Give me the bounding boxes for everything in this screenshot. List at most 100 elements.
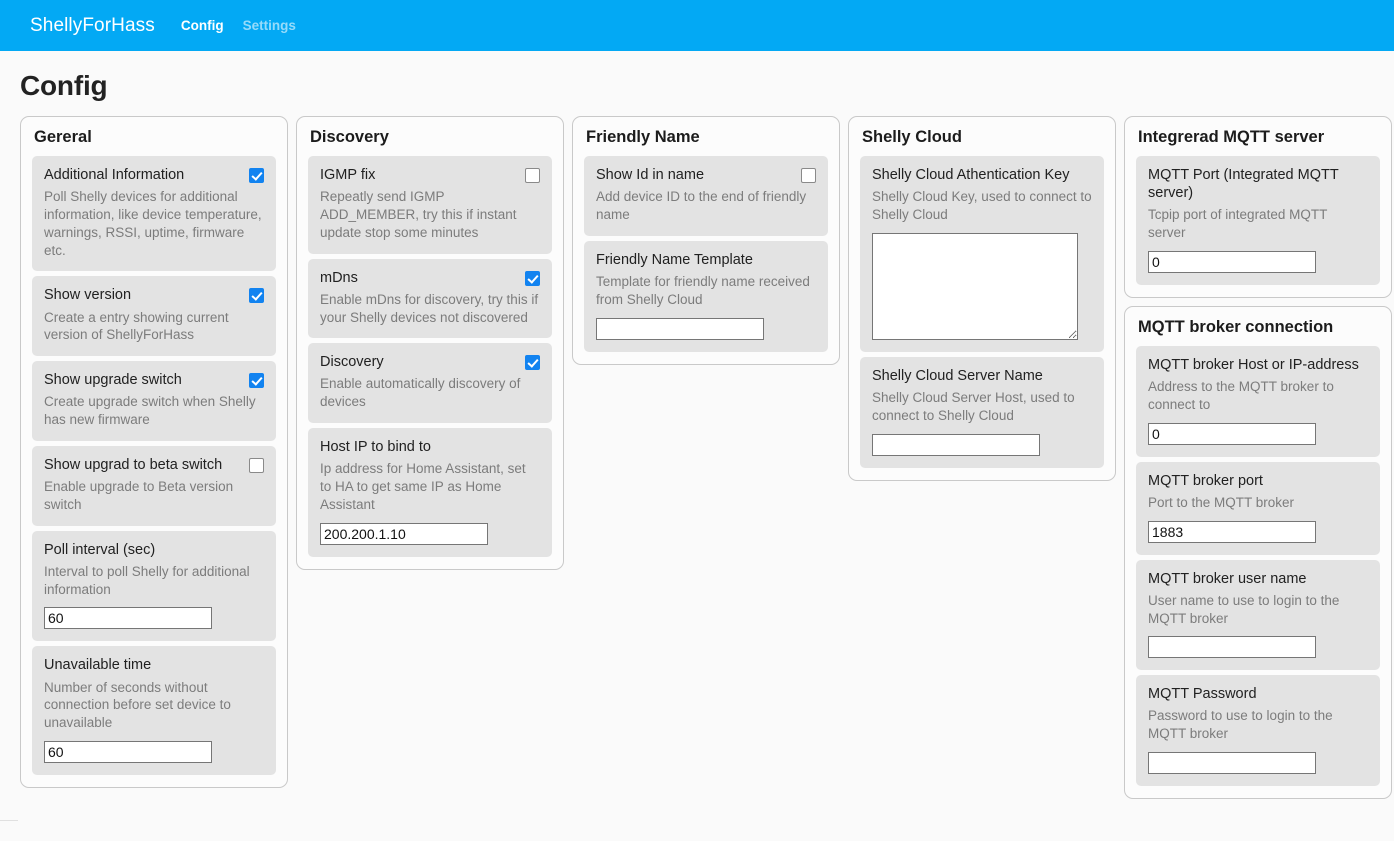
panel-shelly-cloud: Shelly Cloud Shelly Cloud Athentication K…: [848, 116, 1116, 481]
setting-card-show-upgrade-switch: Show upgrade switch Create upgrade switch…: [32, 361, 276, 441]
setting-label: MQTT Port (Integrated MQTT server): [1148, 167, 1339, 202]
input-mqtt-broker-user-name[interactable]: [1148, 636, 1316, 659]
panel-gereral: Gereral Additional Information Poll Shelly…: [20, 116, 288, 788]
setting-header: Show upgrad to beta switch: [44, 456, 264, 474]
setting-card-shelly-cloud-athentication-key: Shelly Cloud Athentication Key Shelly Clo…: [860, 156, 1104, 352]
panel-title: Gereral: [34, 128, 92, 146]
panel-integrerad-mqtt-server: Integrerad MQTT server MQTT Port (Integra…: [1124, 116, 1392, 298]
setting-header: Shelly Cloud Athentication Key: [872, 166, 1092, 184]
checkbox-additional-information[interactable]: [249, 168, 264, 183]
setting-label: MQTT broker user name: [1148, 570, 1307, 587]
nav-link-settings[interactable]: Settings: [243, 18, 296, 33]
checkbox-show-upgrad-to-beta-switch[interactable]: [249, 457, 264, 473]
setting-card-poll-interval-sec: Poll interval (sec) Interval to poll Shel…: [32, 530, 276, 642]
setting-description: Shelly Cloud Server Host, used to connec…: [872, 389, 1075, 423]
setting-description: Tcpip port of integrated MQTT server: [1148, 207, 1328, 241]
input-shelly-cloud-server-name[interactable]: [872, 433, 1040, 456]
setting-card-mqtt-broker-port: MQTT broker port Port to the MQTT broker: [1136, 461, 1380, 555]
setting-label: IGMP fix: [320, 167, 376, 183]
checkbox-show-id-in-name[interactable]: [801, 168, 816, 183]
setting-card-mqtt-broker-user-name: MQTT broker user name User name to use to…: [1136, 559, 1380, 671]
setting-card-mqtt-password: MQTT Password Password to use to login to…: [1136, 675, 1380, 787]
setting-card-mqtt-port-integrated-mqtt-server: MQTT Port (Integrated MQTT server) Tcpip …: [1136, 156, 1380, 285]
config-column: Gereral Additional Information Poll Shelly…: [20, 116, 288, 788]
input-mqtt-password[interactable]: [1148, 752, 1316, 775]
setting-header: MQTT Password: [1148, 685, 1368, 703]
setting-label: Host IP to bind to: [320, 439, 431, 456]
setting-label: Discovery: [320, 354, 384, 371]
panel-title: MQTT broker connection: [1138, 317, 1334, 336]
setting-card-unavailable-time: Unavailable time Number of seconds withou…: [32, 646, 276, 775]
setting-label: Shelly Cloud Athentication Key: [872, 167, 1070, 183]
checkbox-show-upgrade-switch[interactable]: [249, 373, 264, 389]
setting-header: Show Id in name: [596, 166, 816, 184]
setting-card-friendly-name-template: Friendly Name Template Template for frien…: [584, 240, 828, 352]
brand-logo[interactable]: ShellyForHass: [30, 15, 155, 37]
setting-label: Show Id in name: [596, 167, 705, 183]
setting-description: Create a entry showing current version o…: [44, 309, 229, 343]
nav-links: Config Settings: [181, 18, 296, 33]
setting-description: User name to use to login to the MQTT br…: [1148, 592, 1340, 626]
setting-description: Create upgrade switch when Shelly has ne…: [44, 394, 256, 428]
setting-description: Ip address for Home Assistant, set to HA…: [320, 461, 526, 512]
checkbox-mdns[interactable]: [525, 270, 540, 286]
setting-header: Additional Information: [44, 166, 264, 184]
setting-label: Unavailable time: [44, 657, 152, 674]
config-column: Friendly Name Show Id in name Add device I…: [572, 116, 840, 365]
top-navbar: ShellyForHass Config Settings: [0, 0, 1394, 51]
input-unavailable-time[interactable]: [44, 740, 212, 763]
setting-header: MQTT Port (Integrated MQTT server): [1148, 166, 1368, 202]
setting-header: Show version: [44, 286, 264, 304]
setting-header: Shelly Cloud Server Name: [872, 367, 1092, 385]
setting-card-shelly-cloud-server-name: Shelly Cloud Server Name Shelly Cloud Ser…: [860, 356, 1104, 468]
panel-title: Integrerad MQTT server: [1138, 128, 1325, 146]
setting-label: Friendly Name Template: [596, 251, 753, 268]
setting-header: Unavailable time: [44, 656, 264, 674]
panel-mqtt-broker-connection: MQTT broker connection MQTT broker Host o…: [1124, 305, 1392, 800]
setting-label: Show upgrade switch: [44, 372, 182, 389]
panel-title: Discovery: [310, 128, 389, 146]
panel-discovery: Discovery IGMP fix Repeatly send IGMP ADD_…: [296, 116, 564, 570]
setting-description: Interval to poll Shelly for additional i…: [44, 563, 250, 597]
setting-label: Shelly Cloud Server Name: [872, 367, 1043, 384]
setting-description: Repeatly send IGMP ADD_MEMBER, try this …: [320, 189, 517, 240]
checkbox-show-version[interactable]: [249, 288, 264, 304]
setting-description: Add device ID to the end of friendly nam…: [596, 189, 807, 222]
checkbox-discovery[interactable]: [525, 355, 540, 371]
checkbox-igmp-fix[interactable]: [525, 168, 540, 183]
setting-label: MQTT broker port: [1148, 472, 1263, 489]
input-mqtt-broker-port[interactable]: [1148, 520, 1316, 543]
bottom-divider: [0, 820, 18, 821]
setting-description: Port to the MQTT broker: [1148, 494, 1295, 510]
input-host-ip-to-bind-to[interactable]: [320, 522, 488, 545]
input-friendly-name-template[interactable]: [596, 317, 764, 340]
setting-card-show-id-in-name: Show Id in name Add device ID to the end …: [584, 156, 828, 236]
setting-card-show-version: Show version Create a entry showing curre…: [32, 276, 276, 357]
setting-card-mdns: mDns Enable mDns for discovery, try this …: [308, 258, 552, 339]
input-mqtt-port-integrated-mqtt-server[interactable]: [1148, 250, 1316, 273]
setting-label: MQTT Password: [1148, 686, 1257, 703]
setting-description: Shelly Cloud Key, used to connect to She…: [872, 189, 1092, 222]
panel-title: Friendly Name: [586, 128, 700, 146]
setting-card-discovery: Discovery Enable automatically discovery …: [308, 343, 552, 424]
setting-description: Password to use to login to the MQTT bro…: [1148, 708, 1333, 742]
setting-description: Enable automatically discovery of device…: [320, 376, 521, 410]
setting-card-show-upgrad-to-beta-switch: Show upgrad to beta switch Enable upgrade…: [32, 445, 276, 526]
setting-card-additional-information: Additional Information Poll Shelly device…: [32, 156, 276, 272]
setting-header: Discovery: [320, 353, 540, 371]
nav-link-config[interactable]: Config: [181, 18, 224, 33]
setting-card-mqtt-broker-host-or-ip-address: MQTT broker Host or IP-address Address to…: [1136, 345, 1380, 457]
input-poll-interval-sec[interactable]: [44, 607, 212, 630]
config-column: Shelly Cloud Shelly Cloud Athentication K…: [848, 116, 1116, 481]
setting-header: IGMP fix: [320, 166, 540, 184]
setting-label: Poll interval (sec): [44, 541, 156, 558]
config-column: Discovery IGMP fix Repeatly send IGMP ADD_…: [296, 116, 564, 570]
textarea-shelly-cloud-athentication-key[interactable]: [872, 232, 1078, 340]
setting-description: Enable mDns for discovery, try this if y…: [320, 291, 539, 325]
setting-header: mDns: [320, 269, 540, 287]
setting-header: Show upgrade switch: [44, 371, 264, 389]
setting-label: Show upgrad to beta switch: [44, 456, 223, 473]
setting-card-igmp-fix: IGMP fix Repeatly send IGMP ADD_MEMBER, t…: [308, 156, 552, 254]
input-mqtt-broker-host-or-ip-address[interactable]: [1148, 422, 1316, 445]
setting-header: MQTT broker Host or IP-address: [1148, 356, 1368, 374]
